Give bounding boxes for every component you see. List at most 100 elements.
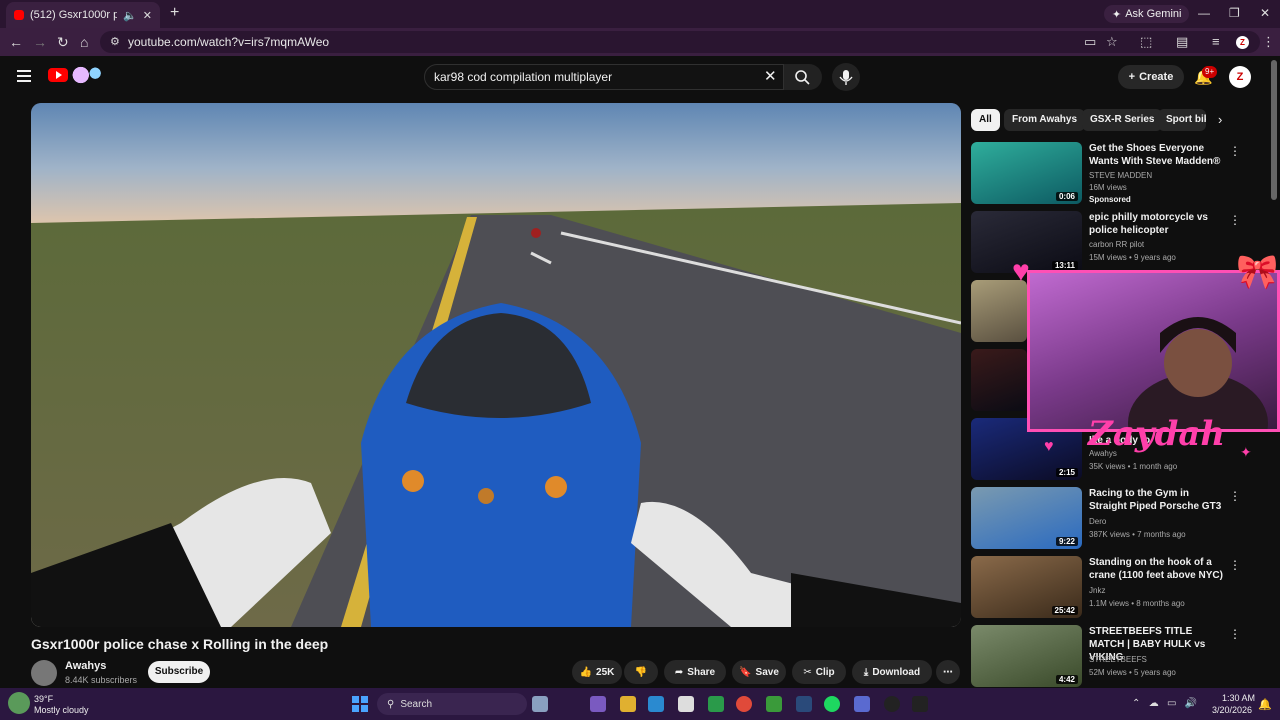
excel-icon[interactable] — [708, 696, 724, 712]
ask-gemini-button[interactable]: ✦ Ask Gemini — [1104, 5, 1190, 23]
close-tab-icon[interactable]: ✕ — [143, 9, 152, 22]
media-controls-icon[interactable]: ≡ — [1212, 34, 1220, 49]
account-avatar[interactable]: Z — [1229, 66, 1251, 88]
restore-icon[interactable]: ❐ — [1229, 6, 1240, 20]
bookmark-star-icon[interactable]: ☆ — [1106, 34, 1118, 50]
recommendation-title[interactable]: epic philly motorcycle vs police helicop… — [1089, 211, 1229, 237]
recommendation-item[interactable] — [971, 280, 1027, 342]
windows-start-icon[interactable] — [352, 696, 368, 712]
more-options-icon[interactable]: ⋮ — [1229, 627, 1241, 641]
recommendation-title[interactable]: Racing to the Gym in Straight Piped Pors… — [1089, 487, 1229, 513]
channel-avatar[interactable] — [31, 660, 57, 686]
video-thumbnail[interactable] — [971, 280, 1027, 342]
youtube-header: kar98 cod compilation multiplayer ✕ + Cr… — [0, 56, 1280, 98]
video-thumbnail[interactable]: 4:42 — [971, 625, 1082, 687]
store-icon[interactable] — [678, 696, 694, 712]
file-explorer-icon[interactable] — [620, 696, 636, 712]
video-player[interactable] — [31, 103, 961, 627]
teams-icon[interactable] — [590, 696, 606, 712]
minimize-icon[interactable]: — — [1198, 6, 1210, 20]
home-icon[interactable]: ⌂ — [80, 34, 88, 50]
steam-icon[interactable] — [796, 696, 812, 712]
voice-search-button[interactable] — [832, 63, 860, 91]
taskbar-search-label: Search — [400, 698, 433, 710]
epic-games-icon[interactable] — [912, 696, 928, 712]
like-button[interactable]: 👍 25K — [572, 660, 622, 684]
recommendation-title[interactable]: Get the Shoes Everyone Wants With Steve … — [1089, 142, 1229, 168]
hamburger-menu-icon[interactable] — [17, 70, 31, 82]
save-button[interactable]: 🔖 Save — [732, 660, 786, 684]
weather-condition[interactable]: Mostly cloudy — [34, 705, 89, 715]
task-view-icon[interactable] — [532, 696, 548, 712]
profile-avatar-icon[interactable]: Z — [1236, 36, 1249, 49]
recommendation-channel[interactable]: carbon RR pilot — [1089, 240, 1144, 249]
back-arrow-icon[interactable]: ← — [9, 34, 23, 50]
edge-icon[interactable] — [648, 696, 664, 712]
close-window-icon[interactable]: ✕ — [1260, 6, 1270, 20]
video-thumbnail[interactable] — [971, 349, 1027, 411]
recommendation-title[interactable]: Standing on the hook of a crane (1100 fe… — [1089, 556, 1229, 582]
system-tray-icons[interactable]: ⌃ ☁ ▭ 🔊 — [1132, 698, 1197, 709]
channel-name[interactable]: Awahys — [65, 660, 106, 672]
spotify-icon[interactable] — [824, 696, 840, 712]
more-options-icon[interactable]: ⋮ — [1229, 144, 1241, 158]
share-button[interactable]: ➦ Share — [664, 660, 726, 684]
chip-all[interactable]: All — [971, 109, 1000, 131]
duration-badge: 4:42 — [1055, 675, 1078, 684]
chip-gsx-r-series[interactable]: GSX-R Series — [1082, 109, 1163, 131]
reload-icon[interactable]: ↻ — [57, 34, 69, 51]
create-button[interactable]: + Create — [1118, 65, 1184, 89]
weather-temperature[interactable]: 39°F — [34, 694, 53, 704]
forward-arrow-icon[interactable]: → — [33, 34, 47, 50]
new-tab-button[interactable]: + — [170, 4, 179, 22]
minecraft-icon[interactable] — [766, 696, 782, 712]
recommendation-item[interactable] — [971, 349, 1027, 411]
youtube-doodle-icon[interactable] — [70, 66, 106, 84]
recommendation-channel[interactable]: Jnkz — [1089, 586, 1105, 595]
recommendation-channel[interactable]: Dero — [1089, 517, 1106, 526]
speaker-icon[interactable]: 🔈 — [123, 9, 137, 22]
youtube-logo-icon[interactable] — [48, 68, 68, 82]
more-options-icon[interactable]: ⋮ — [1229, 489, 1241, 503]
recommendation-item[interactable]: 4:42 STREETBEEFS TITLE MATCH | BABY HULK… — [971, 625, 1271, 687]
sidepanel-icon[interactable]: ▤ — [1176, 34, 1188, 50]
url-text[interactable]: youtube.com/watch?v=irs7mqmAWeo — [128, 35, 329, 49]
youtube-favicon-icon — [14, 10, 24, 20]
recommendation-item[interactable]: 25:42 Standing on the hook of a crane (1… — [971, 556, 1271, 618]
taskbar-search-box[interactable]: ⚲ Search — [377, 693, 527, 715]
download-button[interactable]: ⤓ Download — [852, 660, 932, 684]
dislike-button[interactable]: 👎 — [624, 660, 658, 684]
video-thumbnail[interactable]: 25:42 — [971, 556, 1082, 618]
cast-icon[interactable]: ▭ — [1084, 34, 1096, 50]
recommendation-channel[interactable]: STEVE MADDEN — [1089, 171, 1152, 180]
search-input[interactable]: kar98 cod compilation multiplayer — [434, 70, 612, 84]
site-info-icon[interactable]: ⚙ — [110, 35, 120, 48]
clip-button[interactable]: ✂ Clip — [792, 660, 846, 684]
obs-icon[interactable] — [884, 696, 900, 712]
more-options-icon[interactable]: ⋮ — [1229, 213, 1241, 227]
chip-from-channel[interactable]: From Awahys — [1004, 109, 1086, 131]
clock-time[interactable]: 1:30 AM — [1222, 693, 1255, 703]
extensions-icon[interactable]: ⬚ — [1140, 34, 1152, 50]
subscribe-button[interactable]: Subscribe — [148, 661, 210, 683]
chevron-right-icon[interactable]: › — [1218, 112, 1222, 127]
chip-sport-bikes[interactable]: Sport bik — [1158, 109, 1206, 131]
notepad-icon[interactable] — [854, 696, 870, 712]
browser-tab[interactable]: (512) Gsxr1000r police chase 🔈 ✕ — [6, 2, 160, 28]
page-scrollbar[interactable] — [1271, 60, 1277, 200]
notification-center-icon[interactable]: 🔔 — [1258, 698, 1272, 711]
chrome-icon[interactable] — [736, 696, 752, 712]
recommendation-item[interactable]: 9:22 Racing to the Gym in Straight Piped… — [971, 487, 1271, 549]
browser-menu-icon[interactable]: ⋮ — [1262, 34, 1275, 50]
clear-search-icon[interactable]: ✕ — [764, 67, 777, 85]
search-button[interactable] — [784, 64, 822, 90]
video-thumbnail[interactable]: 0:06 — [971, 142, 1082, 204]
more-options-icon[interactable]: ⋮ — [1229, 558, 1241, 572]
recommendation-item[interactable]: 0:06 Get the Shoes Everyone Wants With S… — [971, 142, 1271, 204]
subscriber-count: 8.44K subscribers — [65, 675, 138, 685]
more-actions-button[interactable]: ⋯ — [936, 660, 960, 684]
recommendation-channel[interactable]: STREETBEEFS — [1089, 655, 1147, 664]
clock-date[interactable]: 3/20/2026 — [1212, 705, 1252, 715]
weather-icon[interactable] — [8, 692, 30, 714]
video-thumbnail[interactable]: 9:22 — [971, 487, 1082, 549]
